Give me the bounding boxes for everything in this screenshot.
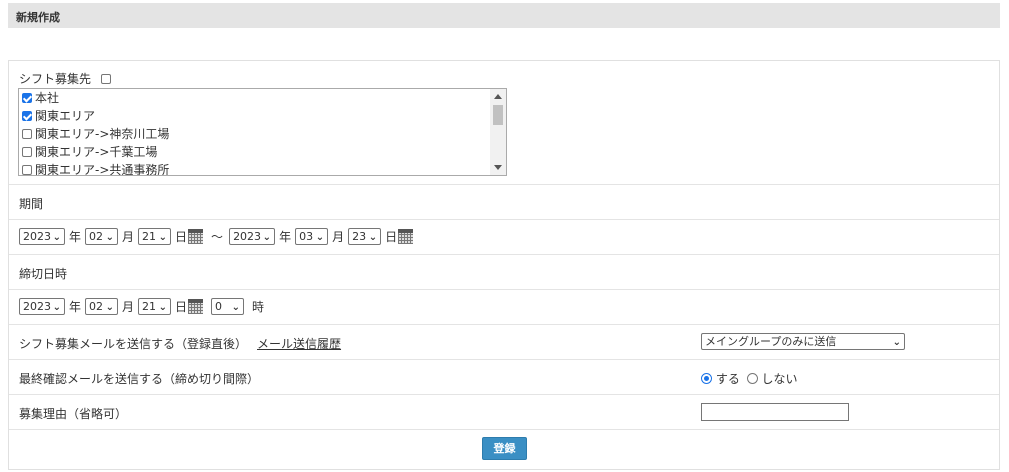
confirm-mail-row: 最終確認メールを送信する（締め切り間際） する しない — [9, 359, 999, 394]
list-item-label: 関東エリア->共通事務所 — [35, 163, 170, 176]
reason-input[interactable] — [701, 403, 849, 421]
item-checkbox[interactable] — [22, 129, 32, 139]
list-item-label: 本社 — [35, 91, 60, 105]
range-separator: ～ — [211, 230, 224, 244]
chevron-down-icon: ⌄ — [315, 232, 325, 243]
deadline-year-select[interactable]: 2023 ⌄ — [19, 298, 65, 315]
end-day-select[interactable]: 23 ⌄ — [348, 228, 382, 245]
reason-row: 募集理由（省略可） — [9, 394, 999, 429]
scroll-thumb[interactable] — [493, 105, 503, 125]
shift-target-label: シフト募集先 — [19, 72, 92, 86]
list-item[interactable]: 関東エリア — [19, 107, 506, 125]
month-unit: 月 — [122, 230, 135, 244]
deadline-label-row: 締切日時 — [9, 254, 999, 289]
deadline-controls: 2023 ⌄ 年 02 ⌄ 月 21 ⌄ 日 0 ⌄ 時 — [19, 298, 268, 315]
period-label: 期間 — [19, 197, 44, 211]
confirm-no-label: しない — [761, 372, 798, 386]
chevron-down-icon: ⌄ — [262, 232, 272, 243]
list-item[interactable]: 本社 — [19, 89, 506, 107]
shift-target-section: シフト募集先 本社 関東エリア 関東エリア->神奈川工場 関東エリア->千葉工場… — [9, 61, 999, 184]
end-year-select[interactable]: 2023 ⌄ — [229, 228, 276, 245]
create-form: シフト募集先 本社 関東エリア 関東エリア->神奈川工場 関東エリア->千葉工場… — [8, 60, 1000, 470]
start-month-select[interactable]: 02 ⌄ — [85, 228, 119, 245]
recruit-mail-label-wrap: シフト募集メールを送信する（登録直後） メール送信履歴 — [19, 335, 341, 352]
chevron-down-icon: ⌄ — [158, 302, 168, 313]
submit-row: 登録 — [9, 429, 999, 469]
chevron-down-icon: ⌄ — [105, 302, 115, 313]
start-day-select[interactable]: 21 ⌄ — [138, 228, 172, 245]
calendar-icon[interactable] — [188, 299, 204, 314]
confirm-mail-label: 最終確認メールを送信する（締め切り間際） — [19, 372, 260, 386]
list-item[interactable]: 関東エリア->共通事務所 — [19, 161, 506, 176]
confirm-yes-label: する — [715, 372, 740, 386]
month-unit: 月 — [122, 300, 135, 314]
reason-label: 募集理由（省略可） — [19, 407, 128, 421]
year-unit: 年 — [279, 230, 292, 244]
scroll-up-icon[interactable] — [494, 94, 502, 99]
period-row: 2023 ⌄ 年 02 ⌄ 月 21 ⌄ 日～ 2023 ⌄ 年 03 ⌄ 月 23 ⌄ 日 — [9, 219, 999, 254]
item-checkbox[interactable] — [22, 93, 32, 103]
deadline-day-select[interactable]: 21 ⌄ — [138, 298, 172, 315]
year-unit: 年 — [69, 230, 82, 244]
hour-unit: 時 — [252, 300, 265, 314]
item-checkbox[interactable] — [22, 111, 32, 121]
confirm-no-radio[interactable] — [746, 373, 758, 384]
list-item-label: 関東エリア — [35, 109, 96, 123]
item-checkbox[interactable] — [22, 147, 32, 157]
year-unit: 年 — [69, 300, 82, 314]
shift-target-listbox[interactable]: 本社 関東エリア 関東エリア->神奈川工場 関東エリア->千葉工場 関東エリア-… — [18, 88, 507, 176]
list-item-label: 関東エリア->神奈川工場 — [35, 127, 170, 141]
listbox-scrollbar[interactable] — [490, 89, 506, 175]
deadline-month-select[interactable]: 02 ⌄ — [85, 298, 119, 315]
recruit-mail-label: シフト募集メールを送信する（登録直後） — [19, 337, 248, 351]
deadline-label: 締切日時 — [19, 267, 68, 281]
chevron-down-icon: ⌄ — [892, 337, 901, 348]
select-all-checkbox[interactable] — [100, 74, 111, 84]
month-unit: 月 — [332, 230, 345, 244]
mail-history-link[interactable]: メール送信履歴 — [257, 337, 341, 351]
calendar-icon[interactable] — [398, 229, 414, 244]
shift-target-label-wrap: シフト募集先 — [19, 70, 111, 87]
chevron-down-icon: ⌄ — [368, 232, 378, 243]
day-unit: 日 — [175, 300, 188, 314]
confirm-mail-options: する しない — [701, 370, 798, 387]
mail-target-select[interactable]: メイングループのみに送信 ⌄ — [701, 333, 905, 350]
chevron-down-icon: ⌄ — [52, 302, 61, 313]
start-year-select[interactable]: 2023 ⌄ — [19, 228, 65, 245]
recruit-mail-row: シフト募集メールを送信する（登録直後） メール送信履歴 メイングループのみに送信 ⌄ — [9, 324, 999, 359]
end-month-select[interactable]: 03 ⌄ — [295, 228, 329, 245]
calendar-icon[interactable] — [188, 229, 204, 244]
list-item-label: 関東エリア->千葉工場 — [35, 145, 158, 159]
deadline-hour-select[interactable]: 0 ⌄ — [211, 298, 245, 315]
deadline-row: 2023 ⌄ 年 02 ⌄ 月 21 ⌄ 日 0 ⌄ 時 — [9, 289, 999, 324]
register-button[interactable]: 登録 — [482, 437, 527, 460]
list-item[interactable]: 関東エリア->千葉工場 — [19, 143, 506, 161]
list-item[interactable]: 関東エリア->神奈川工場 — [19, 125, 506, 143]
day-unit: 日 — [175, 230, 188, 244]
page-title: 新規作成 — [8, 3, 1000, 28]
day-unit: 日 — [385, 230, 398, 244]
chevron-down-icon: ⌄ — [105, 232, 115, 243]
confirm-yes-radio[interactable] — [701, 373, 712, 384]
chevron-down-icon: ⌄ — [231, 302, 241, 313]
period-controls: 2023 ⌄ 年 02 ⌄ 月 21 ⌄ 日～ 2023 ⌄ 年 03 ⌄ 月 23 ⌄ 日 — [19, 228, 414, 245]
item-checkbox[interactable] — [22, 165, 32, 175]
period-label-row: 期間 — [9, 184, 999, 219]
scroll-down-icon[interactable] — [494, 165, 502, 170]
chevron-down-icon: ⌄ — [52, 232, 61, 243]
chevron-down-icon: ⌄ — [158, 232, 168, 243]
